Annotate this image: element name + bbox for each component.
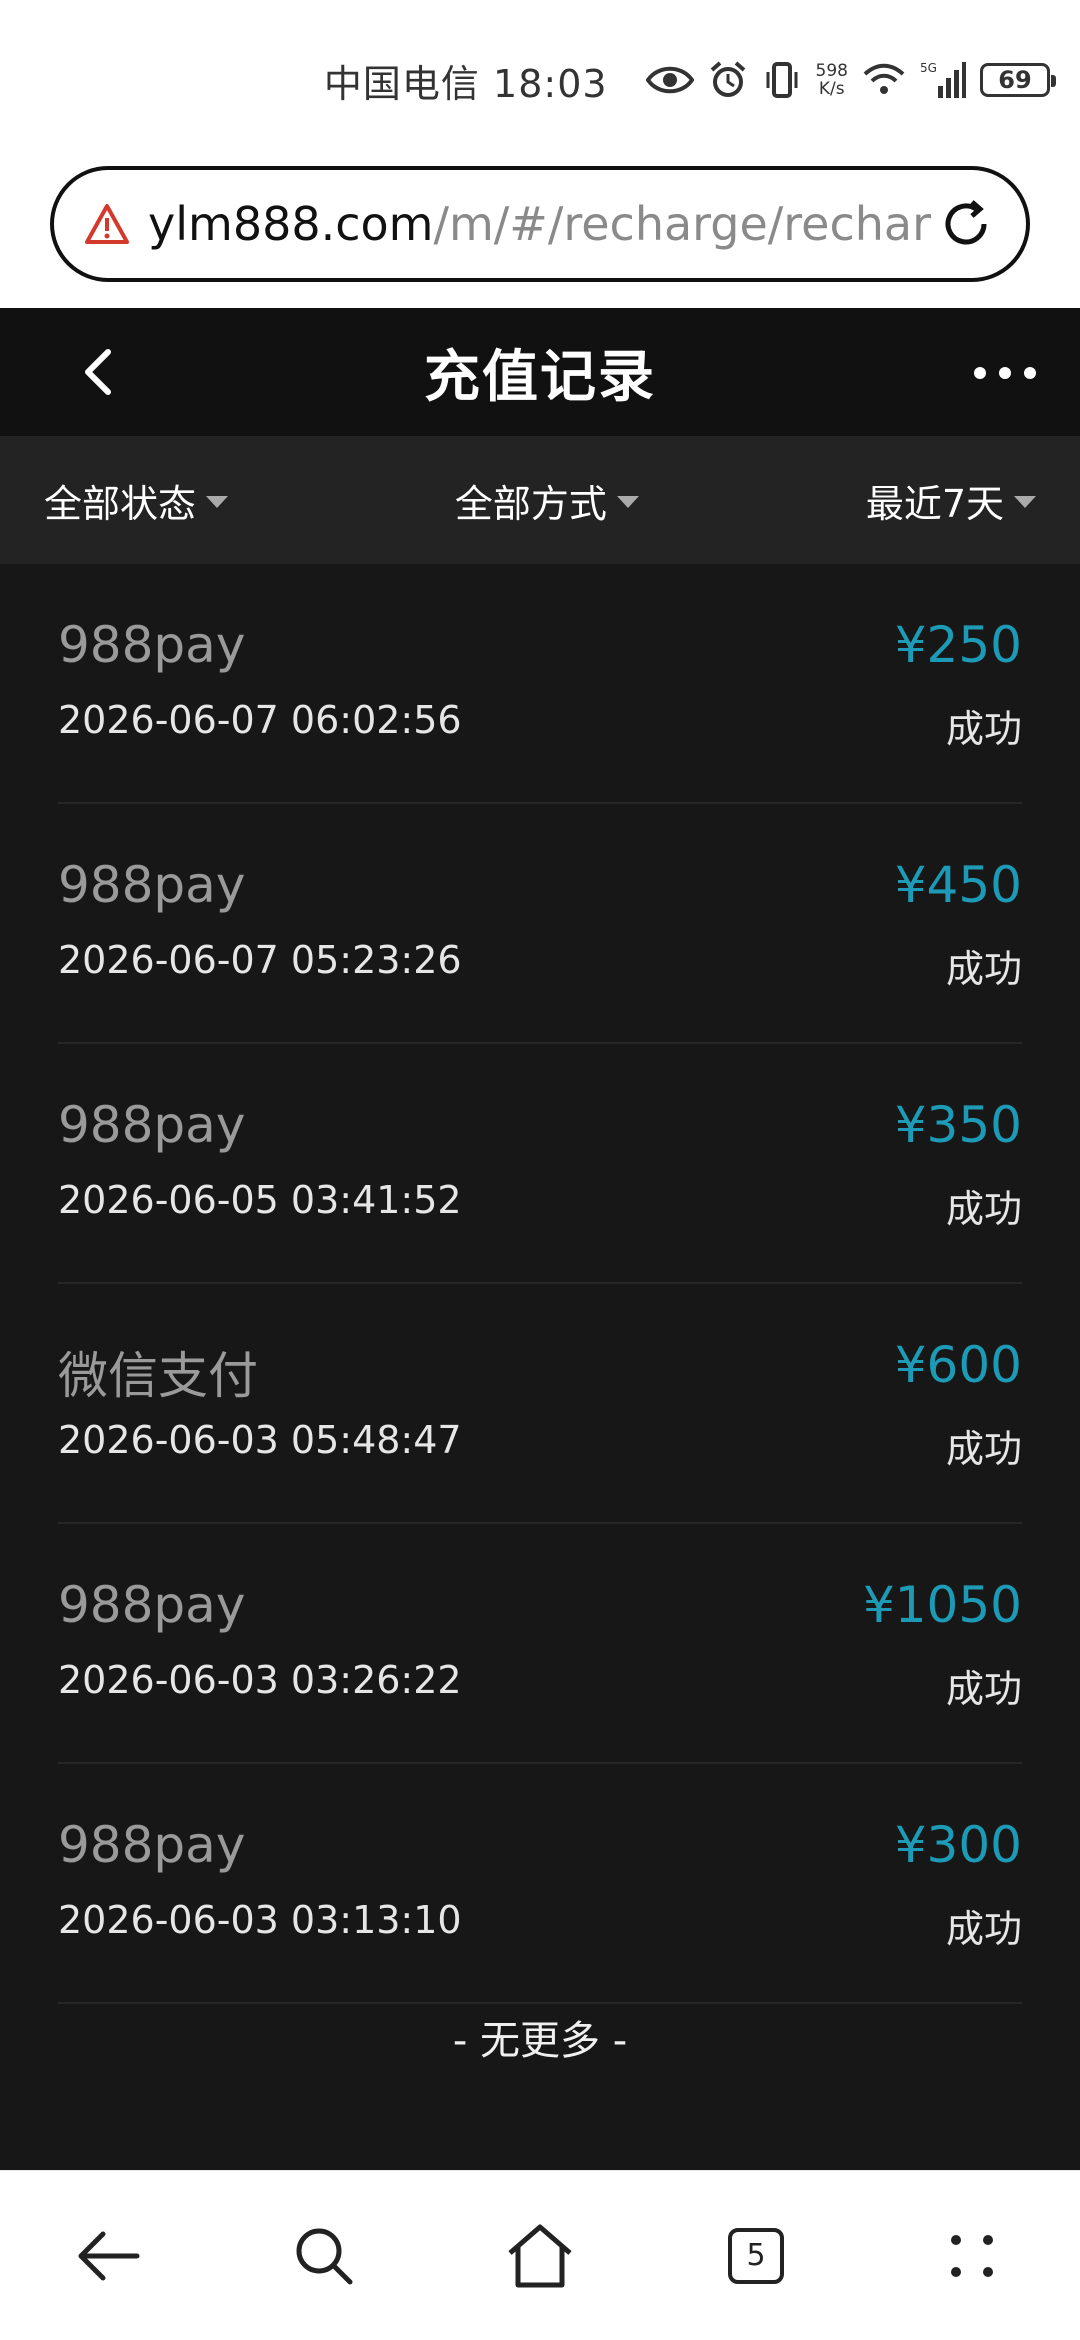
nav-bar: 充值记录: [0, 308, 1080, 436]
battery-indicator: 69: [980, 63, 1056, 97]
payment-method: 微信支付: [58, 1347, 258, 1405]
record-time: 2026-06-03 05:48:47: [58, 1418, 462, 1462]
record-amount: ¥300: [894, 1816, 1022, 1874]
record-amount: ¥250: [894, 616, 1022, 674]
list-item[interactable]: 988pay 2026-06-03 03:13:10 ¥300 成功: [58, 1764, 1022, 2004]
app-content: 充值记录 全部状态 全部方式 最近7天 988pay 2026-06-07 06…: [0, 308, 1080, 2170]
list-item[interactable]: 988pay 2026-06-05 03:41:52 ¥350 成功: [58, 1044, 1022, 1284]
filter-method-label: 全部方式: [454, 481, 607, 526]
record-status: 成功: [945, 1187, 1022, 1231]
record-time: 2026-06-05 03:41:52: [58, 1178, 462, 1222]
url-path: /m/#/recharge/rechar: [433, 197, 932, 251]
payment-method: 988pay: [58, 856, 246, 914]
list-item[interactable]: 微信支付 2026-06-03 05:48:47 ¥600 成功: [58, 1284, 1022, 1524]
filter-status-label: 全部状态: [44, 481, 197, 526]
carrier-name: 中国电信: [323, 61, 480, 106]
list-end-note: - 无更多 -: [452, 2018, 628, 2064]
caret-down-icon: [616, 496, 639, 508]
record-time: 2026-06-07 06:02:56: [58, 698, 462, 742]
address-bar[interactable]: ylm888.com/m/#/recharge/rechar: [50, 166, 1030, 282]
search-icon[interactable]: [279, 2211, 369, 2301]
filter-method[interactable]: 全部方式: [455, 473, 639, 528]
carrier-time: 中国电信 18:03: [324, 53, 608, 108]
record-status: 成功: [945, 1907, 1022, 1951]
payment-method: 988pay: [58, 1096, 246, 1154]
caret-down-icon: [1014, 496, 1036, 508]
url-host: ylm888.com: [148, 197, 434, 251]
net-speed-value: 598: [815, 61, 848, 81]
record-time: 2026-06-03 03:13:10: [58, 1898, 462, 1942]
recharge-list: 988pay 2026-06-07 06:02:56 ¥250 成功 988pa…: [58, 564, 1022, 2004]
payment-method: 988pay: [58, 1576, 246, 1634]
page-title: 充值记录: [424, 344, 656, 410]
menu-dots-icon[interactable]: [927, 2211, 1017, 2301]
vibrate-icon: [762, 60, 802, 100]
record-amount: ¥350: [894, 1096, 1022, 1154]
net-speed-unit: K/s: [818, 79, 845, 99]
payment-method: 988pay: [58, 1816, 246, 1874]
status-bar: 中国电信 18:03 598 K/s 5G 69: [0, 0, 1080, 160]
filter-range[interactable]: 最近7天: [866, 473, 1036, 528]
tab-count: 5: [728, 2227, 784, 2284]
list-item[interactable]: 988pay 2026-06-07 06:02:56 ¥250 成功: [58, 564, 1022, 804]
home-icon[interactable]: [495, 2211, 585, 2301]
record-status: 成功: [945, 1667, 1022, 1711]
tabs-button[interactable]: 5: [711, 2211, 801, 2301]
record-time: 2026-06-03 03:26:22: [58, 1658, 462, 1702]
record-status: 成功: [945, 1427, 1022, 1471]
browser-toolbar: ylm888.com/m/#/recharge/rechar: [0, 160, 1080, 308]
filter-bar: 全部状态 全部方式 最近7天: [0, 436, 1080, 564]
payment-method: 988pay: [58, 616, 246, 674]
alarm-icon: [708, 60, 748, 100]
warning-triangle-icon[interactable]: [84, 203, 130, 245]
reload-icon[interactable]: [936, 194, 996, 254]
back-arrow-icon[interactable]: [63, 2211, 153, 2301]
net-speed: 598 K/s: [816, 62, 848, 98]
record-status: 成功: [945, 947, 1022, 991]
eye-icon: [645, 63, 694, 97]
list-item[interactable]: 988pay 2026-06-07 05:23:26 ¥450 成功: [58, 804, 1022, 1044]
filter-status[interactable]: 全部状态: [44, 473, 229, 528]
wifi-icon: [862, 62, 906, 98]
record-amount: ¥1050: [862, 1576, 1022, 1634]
filter-range-label: 最近7天: [865, 481, 1004, 526]
record-time: 2026-06-07 05:23:26: [58, 938, 462, 982]
more-dots-icon[interactable]: [970, 348, 1040, 398]
status-right: 中国电信 18:03 598 K/s 5G 69: [324, 50, 1056, 110]
chevron-left-icon[interactable]: [70, 342, 130, 402]
record-amount: ¥450: [894, 856, 1022, 914]
clock: 18:03: [493, 61, 608, 106]
browser-bottom-bar: 5: [0, 2170, 1080, 2340]
caret-down-icon: [206, 496, 229, 508]
url-text[interactable]: ylm888.com/m/#/recharge/rechar: [148, 197, 936, 251]
signal-5g-icon: 5G: [920, 60, 966, 100]
svg-text:5G: 5G: [920, 61, 937, 75]
record-status: 成功: [945, 707, 1022, 751]
list-item[interactable]: 988pay 2026-06-03 03:26:22 ¥1050 成功: [58, 1524, 1022, 1764]
record-amount: ¥600: [894, 1336, 1022, 1394]
